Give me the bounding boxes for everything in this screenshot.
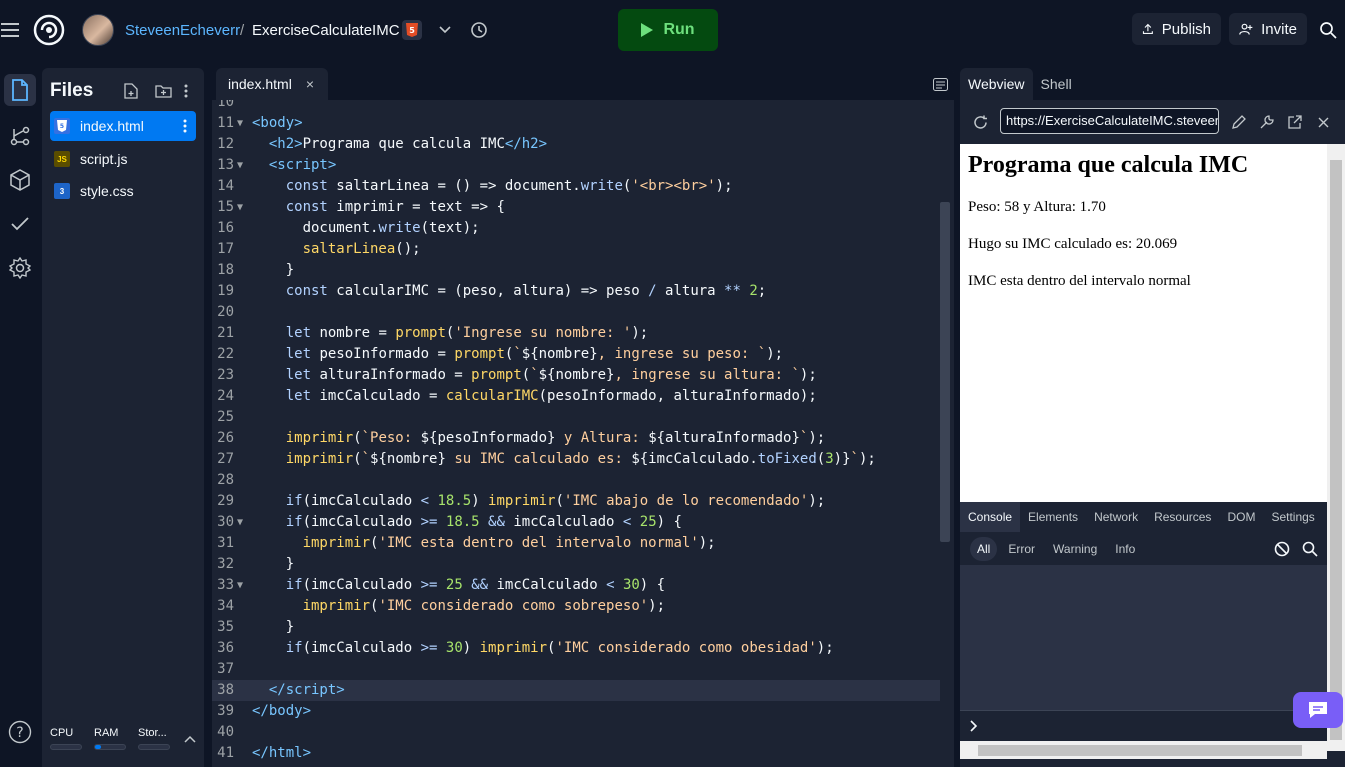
history-icon[interactable] (469, 20, 489, 40)
file-item-script-js[interactable]: JS script.js (50, 144, 196, 174)
file-name: index.html (80, 118, 144, 134)
external-link-icon[interactable] (1287, 114, 1303, 130)
username-link[interactable]: SteveenEcheverr (125, 22, 240, 39)
chat-button[interactable] (1293, 692, 1343, 728)
html-file-icon: 5 (54, 118, 70, 134)
edit-icon[interactable] (1231, 114, 1247, 130)
devtools-tabs: Console Elements Network Resources DOM S… (960, 502, 1327, 532)
ram-label: RAM (94, 727, 119, 739)
repl-name[interactable]: ExerciseCalculateIMC (252, 22, 400, 39)
file-name: style.css (80, 183, 134, 199)
filter-all[interactable]: All (970, 536, 998, 561)
run-button[interactable]: Run (618, 9, 718, 51)
svg-text:5: 5 (409, 26, 415, 35)
preview-line: IMC esta dentro del intervalo normal (968, 273, 1191, 289)
tab-index-html[interactable]: index.html × (216, 68, 328, 100)
tab-network[interactable]: Network (1086, 502, 1146, 532)
css-file-icon: 3 (54, 183, 70, 199)
svg-text:?: ? (16, 725, 23, 741)
run-label: Run (663, 21, 695, 38)
preview-vertical-scrollbar[interactable] (1327, 144, 1345, 751)
tab-elements[interactable]: Elements (1020, 502, 1086, 532)
files-tool-icon[interactable] (4, 74, 36, 106)
console-filters: All Error Warning Info (960, 532, 1327, 566)
tab-webview[interactable]: Webview (960, 68, 1033, 100)
check-icon[interactable] (4, 208, 36, 240)
preview-line: Hugo su IMC calculado es: 20.069 (968, 236, 1178, 252)
filter-warning[interactable]: Warning (1046, 537, 1104, 561)
html5-icon[interactable]: 5 (402, 20, 422, 40)
svg-text:5: 5 (60, 123, 64, 130)
filter-info[interactable]: Info (1108, 537, 1142, 561)
upload-icon (1142, 23, 1153, 34)
resource-status[interactable]: CPU RAM Stor... (42, 715, 204, 767)
storage-meter (138, 744, 170, 750)
tab-resources[interactable]: Resources (1146, 502, 1219, 532)
chat-icon (1309, 702, 1327, 718)
help-icon[interactable]: ? (4, 716, 36, 748)
wrench-icon[interactable] (1259, 114, 1275, 130)
avatar[interactable] (82, 14, 114, 46)
preview-line: Peso: 58 y Altura: 1.70 (968, 199, 1106, 215)
git-icon[interactable] (4, 120, 36, 152)
close-icon[interactable] (1315, 114, 1331, 130)
storage-label: Stor... (138, 727, 167, 739)
gear-icon[interactable] (4, 252, 36, 284)
file-item-index-html[interactable]: 5 index.html (50, 111, 196, 141)
file-more-icon[interactable] (183, 119, 187, 136)
ram-meter (94, 744, 126, 750)
editor-tab-bar: index.html × (212, 68, 954, 100)
invite-button[interactable]: Invite (1229, 13, 1307, 45)
files-title: Files (50, 80, 94, 101)
tab-settings[interactable]: Settings (1263, 502, 1322, 532)
webview-content: Programa que calcula IMC Peso: 58 y Altu… (960, 144, 1327, 502)
file-name: script.js (80, 151, 128, 167)
breadcrumb-separator: / (240, 22, 245, 39)
console-log (960, 566, 1327, 710)
publish-label: Publish (1161, 20, 1211, 38)
tab-dom[interactable]: DOM (1219, 502, 1263, 532)
file-item-style-css[interactable]: 3 style.css (50, 176, 196, 206)
new-file-icon[interactable] (122, 82, 140, 100)
play-icon (641, 23, 654, 37)
add-user-icon (1239, 23, 1253, 35)
search-icon[interactable] (1318, 20, 1338, 40)
chevron-right-icon (970, 719, 978, 732)
code-editor: index.html × 10 11 ▼ <body> 12 <h2>Program… (212, 68, 954, 767)
tab-label: index.html (228, 76, 292, 92)
editor-scrollbar[interactable] (940, 202, 950, 542)
cpu-label: CPU (50, 727, 74, 739)
search-icon[interactable] (1302, 541, 1318, 560)
publish-button[interactable]: Publish (1132, 13, 1221, 45)
preview-heading: Programa que calcula IMC (968, 152, 1249, 178)
preview-tabs: Webview Shell (960, 68, 1345, 100)
console-input[interactable] (960, 710, 1327, 740)
cpu-meter (50, 744, 82, 750)
js-file-icon: JS (54, 151, 70, 167)
replit-logo-icon[interactable] (32, 13, 66, 47)
packages-icon[interactable] (4, 164, 36, 196)
files-panel: Files 5 index.html JS script.js 3 style.… (42, 68, 204, 767)
left-rail: ? (0, 68, 40, 767)
chevron-up-icon[interactable] (184, 734, 196, 746)
menu-icon[interactable] (0, 20, 20, 40)
preview-horizontal-scrollbar[interactable] (960, 741, 1327, 759)
close-icon[interactable]: × (306, 76, 314, 92)
invite-label: Invite (1261, 20, 1297, 38)
new-folder-icon[interactable] (154, 82, 172, 100)
refresh-icon[interactable] (972, 114, 988, 130)
filter-error[interactable]: Error (1001, 537, 1042, 561)
tab-shell[interactable]: Shell (1033, 68, 1080, 100)
tab-console[interactable]: Console (960, 502, 1021, 532)
layout-icon[interactable] (932, 76, 948, 92)
preview-pane: Webview Shell https://ExerciseCalculateI… (960, 68, 1345, 767)
more-options-icon[interactable] (180, 82, 192, 100)
chevron-down-icon[interactable] (437, 22, 453, 38)
top-bar: SteveenEcheverr / ExerciseCalculateIMC 5… (0, 0, 1345, 60)
code-area[interactable]: 10 11 ▼ <body> 12 <h2>Programa que calcula… (212, 100, 954, 767)
clear-icon[interactable] (1274, 541, 1290, 560)
devtools-console: Console Elements Network Resources DOM S… (960, 502, 1327, 751)
url-input[interactable]: https://ExerciseCalculateIMC.steveene (1000, 108, 1219, 134)
